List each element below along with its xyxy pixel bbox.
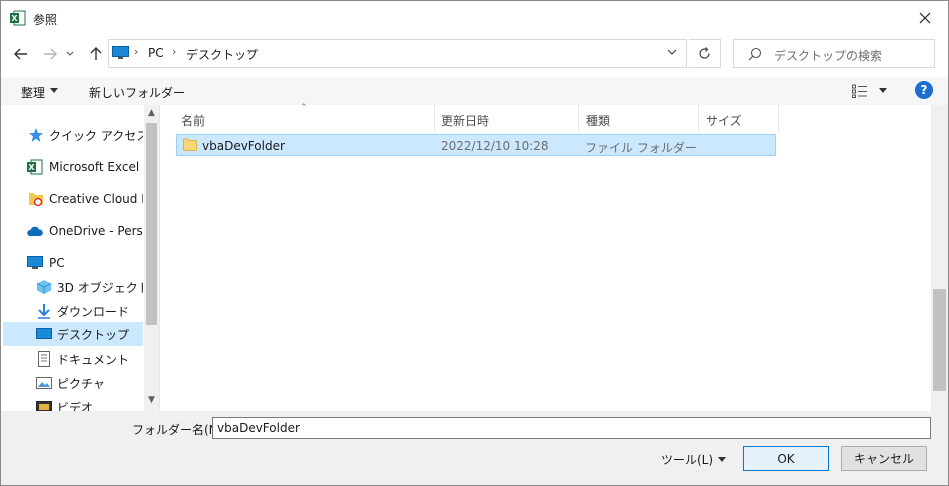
file-row[interactable]: vbaDevFolder 2022/12/10 10:28 ファイル フォルダー	[176, 134, 776, 156]
creative-cloud-icon	[29, 193, 43, 207]
recent-locations-button[interactable]	[63, 43, 77, 65]
pc-icon	[112, 46, 129, 59]
nav-item-videos[interactable]: ビデオ	[3, 395, 143, 411]
file-name: vbaDevFolder	[202, 139, 285, 153]
svg-text:X: X	[11, 14, 18, 23]
address-bar[interactable]: › PC › デスクトップ ›	[108, 39, 687, 68]
arrow-up-icon	[90, 47, 102, 60]
chevron-down-icon[interactable]	[879, 88, 887, 93]
search-box[interactable]: デスクトップの検索	[733, 39, 935, 68]
column-header-size[interactable]: サイズ	[706, 105, 742, 131]
breadcrumb-separator: ›	[247, 45, 252, 58]
file-list-scrollbar[interactable]	[931, 105, 948, 411]
nav-item-3d-objects[interactable]: 3D オブジェクト	[3, 275, 143, 299]
scroll-up-icon[interactable]: ▲	[147, 109, 156, 118]
cancel-button[interactable]: キャンセル	[841, 446, 927, 471]
scroll-down-icon[interactable]: ▼	[147, 396, 156, 405]
back-button[interactable]	[10, 43, 32, 65]
close-button[interactable]	[902, 1, 948, 35]
dialog-footer: フォルダー名(N): ツール(L) OK キャンセル	[1, 411, 948, 485]
tools-button[interactable]: ツール(L)	[661, 451, 713, 468]
forward-button[interactable]	[39, 43, 61, 65]
nav-scrollbar[interactable]: ▲ ▼	[144, 105, 159, 411]
download-icon	[38, 304, 50, 319]
navigation-pane: クイック アクセス X Microsoft Excel Creative Clo…	[2, 105, 159, 411]
command-bar: 整理 新しいフォルダー	[1, 77, 948, 105]
nav-item-microsoft-excel[interactable]: X Microsoft Excel	[3, 155, 143, 179]
chevron-down-icon	[66, 51, 74, 56]
folder-icon	[183, 138, 197, 151]
refresh-icon	[699, 47, 710, 59]
column-divider[interactable]	[698, 105, 699, 131]
arrow-left-icon	[14, 48, 27, 60]
video-icon	[36, 401, 52, 411]
search-icon	[748, 47, 762, 61]
refresh-button[interactable]	[689, 39, 721, 68]
nav-item-quick-access[interactable]: クイック アクセス	[3, 123, 143, 147]
scroll-thumb[interactable]	[146, 123, 157, 325]
excel-icon: X	[10, 10, 26, 26]
3d-objects-icon	[36, 280, 52, 294]
search-placeholder: デスクトップの検索	[774, 49, 883, 63]
pictures-icon	[36, 377, 52, 389]
onedrive-icon	[27, 226, 43, 236]
column-divider[interactable]	[778, 105, 779, 131]
scroll-thumb[interactable]	[933, 289, 946, 391]
excel-icon: X	[27, 159, 43, 175]
file-list: ⌃ 名前 更新日時 種類 サイズ vbaDevFolder 2022/12/10…	[159, 103, 931, 411]
nav-item-pc[interactable]: PC	[3, 251, 143, 275]
pc-icon	[27, 256, 43, 269]
ok-button[interactable]: OK	[743, 446, 829, 471]
close-icon	[919, 12, 931, 24]
help-icon[interactable]: ?	[915, 81, 933, 99]
file-dialog: X 参照 › PC › デスクトップ › デスクトップの検索 整理 新しいフォル…	[0, 0, 949, 486]
nav-item-desktop[interactable]: デスクトップ	[3, 322, 143, 346]
chevron-down-icon[interactable]	[666, 46, 678, 58]
file-type: ファイル フォルダー	[585, 141, 697, 155]
desktop-icon	[36, 328, 52, 339]
sort-ascending-icon: ⌃	[300, 103, 308, 113]
window-title: 参照	[33, 13, 58, 27]
column-header-modified[interactable]: 更新日時	[441, 105, 489, 131]
organize-button[interactable]: 整理	[21, 84, 45, 101]
breadcrumb-separator: ›	[172, 45, 177, 58]
new-folder-button[interactable]: 新しいフォルダー	[89, 84, 185, 101]
document-icon	[38, 351, 50, 367]
file-modified: 2022/12/10 10:28	[441, 139, 549, 153]
title-bar: X 参照	[1, 1, 948, 35]
folder-name-input[interactable]	[212, 417, 931, 439]
star-icon	[29, 128, 43, 142]
nav-item-documents[interactable]: ドキュメント	[3, 347, 143, 371]
chevron-down-icon	[50, 88, 58, 93]
svg-text:X: X	[28, 163, 35, 172]
view-options-icon[interactable]	[852, 84, 868, 98]
nav-item-pictures[interactable]: ピクチャ	[3, 371, 143, 395]
arrow-right-icon	[44, 48, 57, 60]
column-header-name[interactable]: 名前	[181, 105, 205, 131]
breadcrumb-separator: ›	[134, 45, 139, 58]
breadcrumb-pc[interactable]: PC	[148, 46, 164, 60]
up-button[interactable]	[85, 43, 107, 65]
nav-item-onedrive[interactable]: OneDrive - Personal	[3, 219, 143, 243]
chevron-down-icon[interactable]	[718, 457, 726, 462]
column-header-type[interactable]: 種類	[586, 105, 610, 131]
nav-item-creative-cloud[interactable]: Creative Cloud Files	[3, 187, 143, 211]
nav-item-downloads[interactable]: ダウンロード	[3, 299, 143, 323]
column-divider[interactable]	[578, 105, 579, 131]
column-divider[interactable]	[434, 105, 435, 131]
